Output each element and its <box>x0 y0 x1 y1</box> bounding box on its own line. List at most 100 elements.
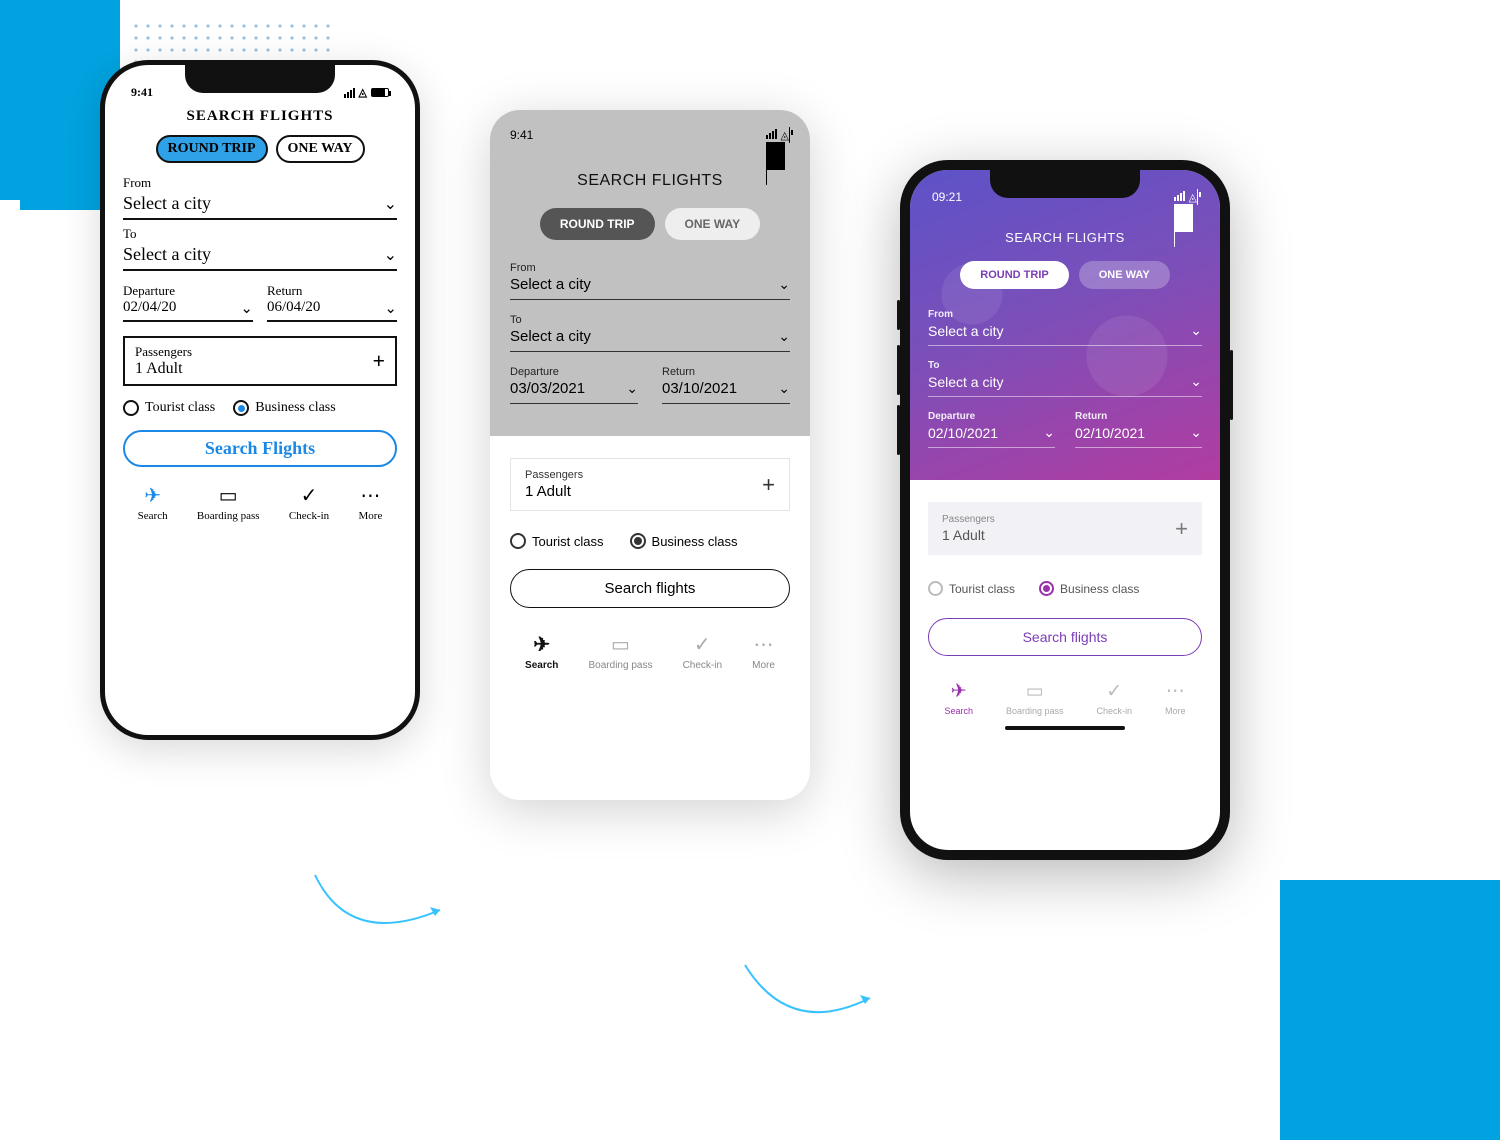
from-select[interactable]: Select a city ⌄ <box>928 320 1202 346</box>
signal-icon <box>344 88 355 98</box>
return-select[interactable]: 02/10/2021 ⌄ <box>1075 422 1202 448</box>
phone-side-button <box>897 345 900 395</box>
plus-icon[interactable]: + <box>762 472 775 498</box>
to-select[interactable]: Select a city ⌄ <box>928 371 1202 397</box>
plane-icon: ✈ <box>525 632 558 657</box>
nav-checkin[interactable]: ✓Check-in <box>289 483 329 522</box>
to-label: To <box>928 360 1202 371</box>
nav-search[interactable]: ✈Search <box>944 680 973 716</box>
return-value: 02/10/2021 <box>1075 425 1145 441</box>
return-value: 06/04/20 <box>267 299 320 318</box>
radio-tourist[interactable]: Tourist class <box>123 400 215 416</box>
radio-tourist-label: Tourist class <box>145 400 215 416</box>
search-button[interactable]: Search Flights <box>123 430 397 467</box>
chevron-down-icon: ⌄ <box>778 276 790 293</box>
passengers-value: 1 Adult <box>525 483 583 500</box>
departure-select[interactable]: 02/04/20 ⌄ <box>123 299 253 322</box>
chevron-down-icon: ⌄ <box>1043 424 1055 441</box>
nav-more[interactable]: ⋯More <box>359 483 383 522</box>
passengers-box[interactable]: Passengers 1 Adult + <box>928 502 1202 555</box>
check-icon: ✓ <box>683 632 722 657</box>
nav-boarding[interactable]: ▭Boarding pass <box>589 632 653 671</box>
passengers-box[interactable]: Passengers 1 Adult + <box>123 336 397 386</box>
from-select[interactable]: Select a city ⌄ <box>510 274 790 300</box>
bottom-nav: ✈Search ▭Boarding pass ✓Check-in ⋯More <box>510 632 790 671</box>
phone-side-button <box>1230 350 1233 420</box>
nav-more[interactable]: ⋯More <box>1165 680 1186 716</box>
tab-one-way[interactable]: ONE WAY <box>276 135 365 163</box>
tab-round-trip[interactable]: ROUND TRIP <box>540 208 655 240</box>
page-title: SEARCH FLIGHTS <box>510 172 790 190</box>
departure-select[interactable]: 02/10/2021 ⌄ <box>928 422 1055 448</box>
search-button[interactable]: Search flights <box>510 569 790 608</box>
radio-business-label: Business class <box>652 534 738 549</box>
from-value: Select a city <box>123 193 211 214</box>
departure-label: Departure <box>928 411 1055 422</box>
more-icon: ⋯ <box>1165 680 1186 703</box>
from-value: Select a city <box>928 323 1003 339</box>
return-label: Return <box>267 283 397 299</box>
radio-checked-icon <box>630 533 646 549</box>
radio-business[interactable]: Business class <box>233 400 336 416</box>
plus-icon[interactable]: + <box>372 348 385 374</box>
bg-shape <box>1280 880 1500 1140</box>
signal-icon <box>766 129 777 139</box>
to-value: Select a city <box>928 374 1003 390</box>
return-select[interactable]: 03/10/2021 ⌄ <box>662 378 790 404</box>
search-button[interactable]: Search flights <box>928 618 1202 656</box>
plane-icon: ✈ <box>944 680 973 703</box>
return-select[interactable]: 06/04/20 ⌄ <box>267 299 397 322</box>
radio-tourist[interactable]: Tourist class <box>928 581 1015 596</box>
radio-tourist[interactable]: Tourist class <box>510 533 604 549</box>
nav-checkin[interactable]: ✓Check-in <box>683 632 722 671</box>
nav-search[interactable]: ✈Search <box>525 632 558 671</box>
nav-boarding[interactable]: ▭Boarding pass <box>1006 680 1064 716</box>
status-time: 9:41 <box>510 128 533 156</box>
tab-round-trip[interactable]: ROUND TRIP <box>960 261 1068 289</box>
wifi-icon: ◬ <box>1189 192 1197 204</box>
to-select[interactable]: Select a city ⌄ <box>123 242 397 271</box>
ticket-icon: ▭ <box>197 483 260 508</box>
from-select[interactable]: Select a city ⌄ <box>123 191 397 220</box>
page-title: SEARCH FLIGHTS <box>123 108 397 125</box>
more-icon: ⋯ <box>752 632 775 657</box>
passengers-box[interactable]: Passengers 1 Adult + <box>510 458 790 511</box>
radio-business-label: Business class <box>255 400 336 416</box>
radio-business[interactable]: Business class <box>1039 581 1139 596</box>
radio-tourist-label: Tourist class <box>532 534 604 549</box>
wifi-icon: ◬ <box>359 86 367 99</box>
tab-one-way[interactable]: ONE WAY <box>665 208 761 240</box>
nav-search[interactable]: ✈Search <box>138 483 168 522</box>
nav-checkin[interactable]: ✓Check-in <box>1097 680 1133 716</box>
radio-business[interactable]: Business class <box>630 533 738 549</box>
wifi-icon: ◬ <box>781 130 789 142</box>
phone-notch <box>990 170 1140 198</box>
plus-icon[interactable]: + <box>1175 516 1188 542</box>
departure-select[interactable]: 03/03/2021 ⌄ <box>510 378 638 404</box>
return-label: Return <box>1075 411 1202 422</box>
plane-icon: ✈ <box>138 483 168 508</box>
home-indicator <box>1005 726 1125 730</box>
phone-side-button <box>897 405 900 455</box>
status-time: 9:41 <box>131 85 153 100</box>
radio-business-label: Business class <box>1060 582 1139 596</box>
chevron-down-icon: ⌄ <box>626 380 638 397</box>
nav-boarding[interactable]: ▭Boarding pass <box>197 483 260 522</box>
radio-icon <box>928 581 943 596</box>
signal-icon <box>1174 191 1185 201</box>
tab-round-trip[interactable]: ROUND TRIP <box>156 135 268 163</box>
chevron-down-icon: ⌄ <box>778 328 790 345</box>
to-select[interactable]: Select a city ⌄ <box>510 326 790 352</box>
nav-more[interactable]: ⋯More <box>752 632 775 671</box>
chevron-down-icon: ⌄ <box>1190 373 1202 390</box>
tab-one-way[interactable]: ONE WAY <box>1079 261 1170 289</box>
phone-sketch: 9:41 ◬ SEARCH FLIGHTS ROUND TRIP ONE WAY… <box>100 60 420 740</box>
more-icon: ⋯ <box>359 483 383 508</box>
battery-icon <box>371 88 389 97</box>
check-icon: ✓ <box>1097 680 1133 703</box>
chevron-down-icon: ⌄ <box>778 380 790 397</box>
phone-side-button <box>897 300 900 330</box>
radio-checked-icon <box>1039 581 1054 596</box>
passengers-value: 1 Adult <box>942 527 995 543</box>
departure-label: Departure <box>123 283 253 299</box>
